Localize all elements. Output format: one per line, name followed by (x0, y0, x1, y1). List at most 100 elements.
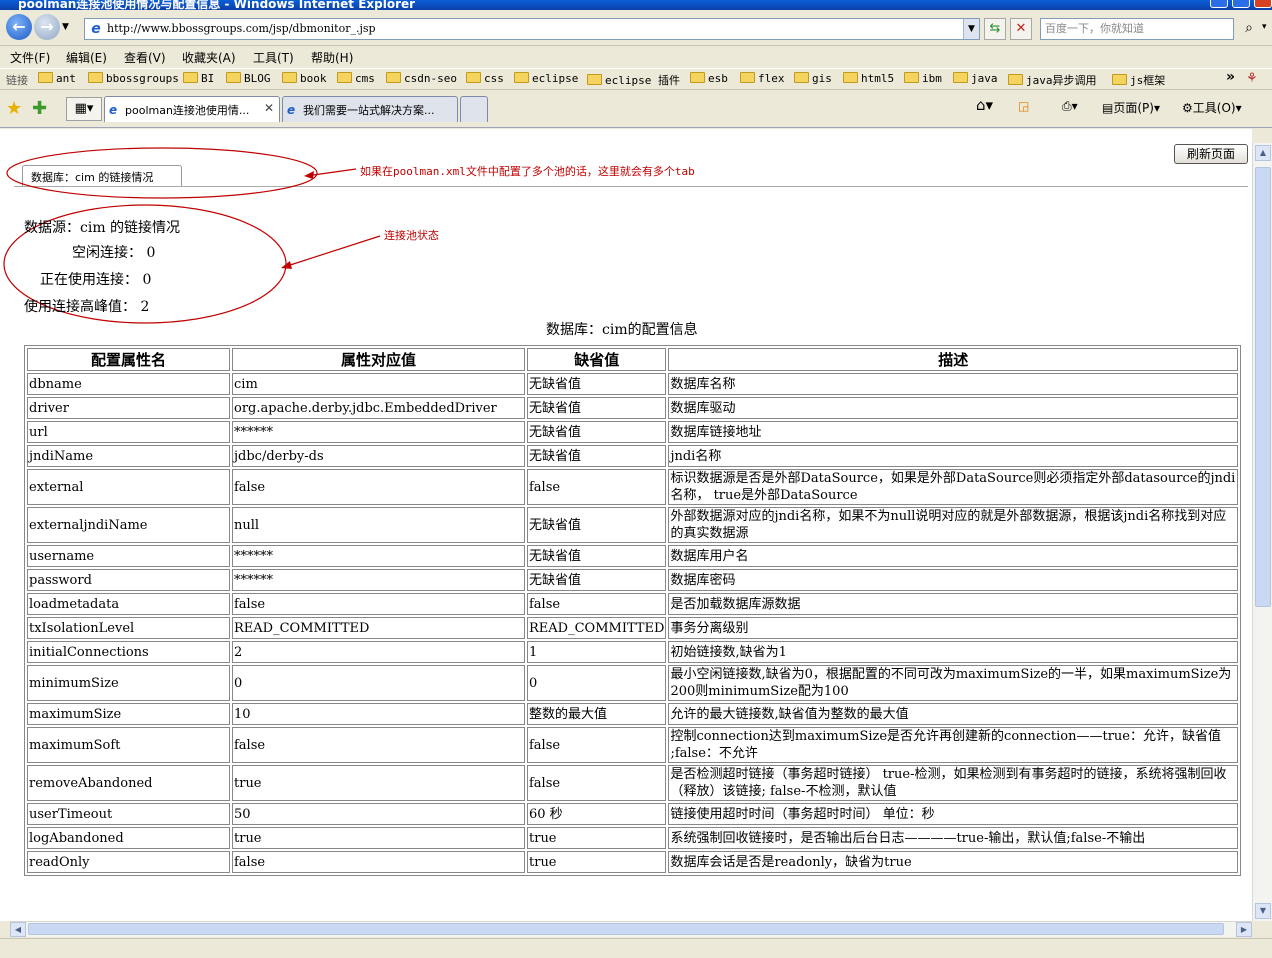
link-item[interactable]: java异步调用 (1008, 72, 1097, 88)
home-icon[interactable]: ⌂▾ (976, 96, 993, 114)
link-item[interactable]: ant (38, 72, 76, 85)
description-cell: 标识数据源是否是外部DataSource，如果是外部DataSource则必须指… (668, 469, 1238, 505)
menu-tools[interactable]: 工具(T) (253, 49, 294, 66)
stop-button[interactable]: ✕ (1010, 18, 1032, 40)
tab-divider (14, 186, 1248, 187)
description-cell: 数据库链接地址 (668, 421, 1238, 443)
peak-connections: 使用连接高峰值： 2 (24, 299, 150, 315)
favorites-star-icon[interactable]: ★ (6, 98, 22, 119)
link-item[interactable]: esb (690, 72, 728, 85)
table-row: initialConnections 2 1 初始链接数,缺省为1 (27, 641, 1238, 663)
folder-icon (904, 72, 919, 83)
pool-tab-cim[interactable]: 数据库：cim 的链接情况 (22, 165, 182, 187)
search-input[interactable]: 百度一下，你就知道 (1040, 18, 1234, 40)
print-icon[interactable]: ⎙▾ (1062, 99, 1078, 114)
add-favorite-icon[interactable]: ✚ (32, 98, 47, 119)
ie-page-icon: e (287, 103, 296, 117)
table-row: maximumSoft false false 控制connection达到maxim… (27, 727, 1238, 763)
refresh-page-button[interactable]: 刷新页面 (1174, 144, 1248, 164)
menu-file[interactable]: 文件(F) (10, 49, 50, 66)
forward-button[interactable]: → (34, 14, 60, 40)
page-content: 刷新页面 数据库：cim 的链接情况 如果在poolman.xml文件中配置了多… (0, 129, 1252, 921)
horizontal-scrollbar[interactable]: ◀ ▶ (10, 921, 1252, 937)
property-name-cell: password (27, 569, 230, 591)
go-refresh-button[interactable]: ⇆ (984, 18, 1006, 40)
address-url: http://www.bbossgroups.com/jsp/dbmonitor… (107, 22, 376, 35)
search-placeholder: 百度一下，你就知道 (1045, 22, 1144, 35)
close-window-button[interactable] (1254, 0, 1272, 8)
scroll-up-icon[interactable]: ▲ (1255, 145, 1271, 161)
active-connections: 正在使用连接： 0 (40, 272, 152, 288)
scroll-down-icon[interactable]: ▼ (1255, 903, 1271, 919)
more-links-chevron-icon[interactable]: » (1226, 69, 1235, 85)
quick-tabs-icon: ▦▾ (74, 101, 94, 116)
addon-icon[interactable]: ⚘ (1246, 71, 1258, 86)
scroll-thumb[interactable] (1255, 167, 1271, 607)
default-value-cell: 整数的最大值 (527, 703, 667, 725)
address-dropdown-icon[interactable]: ▼ (963, 19, 979, 39)
link-item[interactable]: eclipse (514, 72, 578, 85)
link-item[interactable]: book (282, 72, 327, 85)
default-value-cell: 无缺省值 (527, 545, 667, 567)
description-cell: jndi名称 (668, 445, 1238, 467)
link-item[interactable]: html5 (843, 72, 894, 85)
history-dropdown-icon[interactable]: ▼ (62, 22, 69, 32)
link-item[interactable]: bbossgroups (88, 72, 179, 85)
vertical-scrollbar[interactable]: ▲ ▼ (1252, 143, 1272, 921)
back-button[interactable]: ← (6, 14, 32, 40)
search-icon[interactable]: ⌕ (1238, 20, 1260, 40)
link-item[interactable]: flex (740, 72, 785, 85)
refresh-icon: ⇆ (989, 21, 1001, 36)
property-name-cell: minimumSize (27, 665, 230, 701)
new-tab-button[interactable] (460, 96, 488, 122)
page-menu[interactable]: ▤页面(P)▾ (1102, 99, 1160, 116)
property-value-cell: org.apache.derby.jdbc.EmbeddedDriver (232, 397, 525, 419)
address-field[interactable]: e http://www.bbossgroups.com/jsp/dbmonit… (84, 18, 980, 40)
property-value-cell: null (232, 507, 525, 543)
property-value-cell: false (232, 727, 525, 763)
link-item[interactable]: java (953, 72, 998, 85)
link-item[interactable]: BLOG (226, 72, 271, 85)
tab-annotation-arrowhead (304, 171, 314, 179)
link-item[interactable]: gis (794, 72, 832, 85)
tools-menu[interactable]: ⚙工具(O)▾ (1182, 99, 1242, 116)
table-row: username ****** 无缺省值 数据库用户名 (27, 545, 1238, 567)
table-header-row: 配置属性名 属性对应值 缺省值 描述 (27, 348, 1238, 371)
feeds-icon[interactable]: ◲ (1018, 99, 1029, 113)
folder-icon (386, 72, 401, 83)
link-item[interactable]: BI (183, 72, 214, 85)
link-item[interactable]: js框架 (1112, 72, 1165, 88)
status-heading: 数据源：cim 的链接情况 (24, 220, 181, 236)
browser-tab[interactable]: e 我们需要一站式解决方案... (282, 96, 458, 122)
menu-view[interactable]: 查看(V) (124, 49, 166, 66)
default-value-cell: 无缺省值 (527, 569, 667, 591)
link-item[interactable]: eclipse 插件 (587, 72, 680, 88)
folder-icon (843, 72, 858, 83)
description-cell: 是否加载数据库源数据 (668, 593, 1238, 615)
folder-icon (794, 72, 809, 83)
maximize-button[interactable] (1232, 0, 1250, 8)
default-value-cell: false (527, 765, 667, 801)
close-tab-icon[interactable]: ✕ (264, 101, 274, 115)
quick-tabs-button[interactable]: ▦▾ (66, 97, 102, 121)
menu-help[interactable]: 帮助(H) (311, 49, 353, 66)
property-value-cell: false (232, 593, 525, 615)
minimize-button[interactable] (1210, 0, 1228, 8)
browser-tab-active[interactable]: e poolman连接池使用情... ✕ (104, 96, 280, 122)
property-value-cell: 10 (232, 703, 525, 725)
search-options-icon[interactable]: ▾ (1262, 22, 1267, 32)
scroll-thumb[interactable] (28, 923, 1224, 935)
link-item[interactable]: csdn-seo (386, 72, 457, 85)
folder-icon (1112, 74, 1127, 85)
scroll-left-icon[interactable]: ◀ (10, 922, 26, 937)
link-item[interactable]: css (466, 72, 504, 85)
folder-icon (226, 72, 241, 83)
window-title: poolman连接池使用情况与配置信息 - Windows Internet E… (18, 0, 416, 10)
link-item[interactable]: cms (337, 72, 375, 85)
menu-favorites[interactable]: 收藏夹(A) (182, 49, 236, 66)
link-item[interactable]: ibm (904, 72, 942, 85)
folder-icon (587, 74, 602, 85)
menu-edit[interactable]: 编辑(E) (66, 49, 107, 66)
config-table: 配置属性名 属性对应值 缺省值 描述 dbname cim 无缺省值 数据库名称 dri… (24, 345, 1241, 876)
scroll-right-icon[interactable]: ▶ (1236, 922, 1252, 937)
